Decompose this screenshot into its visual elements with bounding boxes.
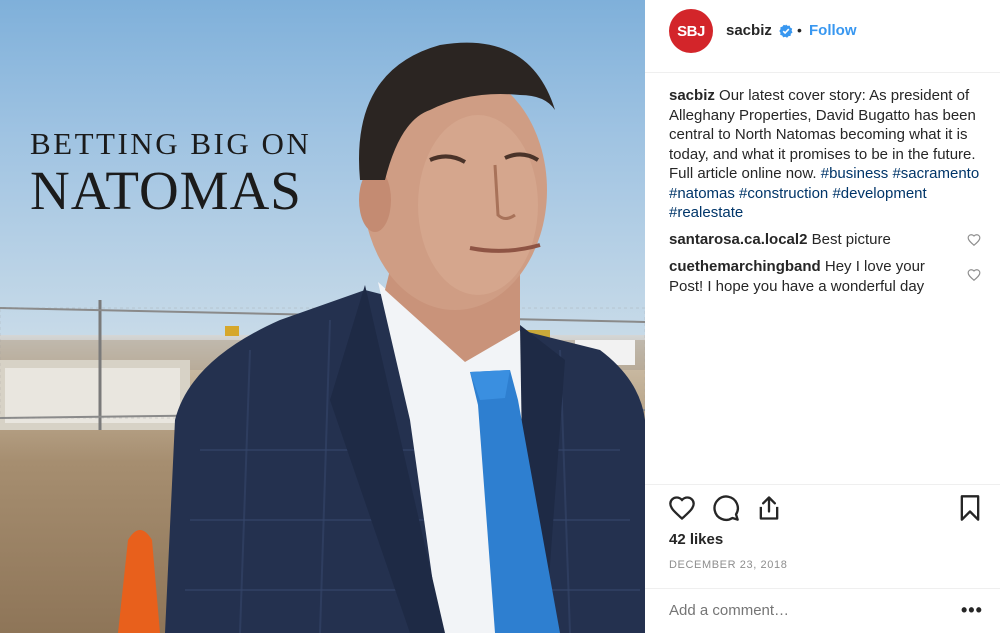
hashtag-link[interactable]: #construction bbox=[739, 185, 828, 202]
hashtag-link[interactable]: #development bbox=[832, 185, 926, 202]
comment-username-link[interactable]: santarosa.ca.local2 bbox=[669, 231, 807, 248]
heart-icon[interactable] bbox=[668, 494, 696, 522]
post-details-panel: SBJ sacbiz • Follow sacbiz Our latest co… bbox=[645, 0, 1000, 633]
hashtag-link[interactable]: #natomas bbox=[669, 185, 735, 202]
hashtag-link[interactable]: #realestate bbox=[669, 204, 743, 221]
header-username-link[interactable]: sacbiz bbox=[726, 22, 772, 39]
post-date: DECEMBER 23, 2018 bbox=[669, 559, 788, 571]
hashtag-link[interactable]: #sacramento bbox=[892, 165, 979, 182]
comment-username-link[interactable]: cuethemarchingband bbox=[669, 258, 821, 275]
bookmark-icon[interactable] bbox=[956, 494, 984, 522]
action-bar-divider bbox=[645, 484, 1000, 485]
caption-username-link[interactable]: sacbiz bbox=[669, 87, 715, 104]
man-in-suit-illustration bbox=[118, 42, 645, 633]
comment-item: cuethemarchingband Hey I love your Post!… bbox=[669, 257, 959, 296]
post-caption: sacbiz Our latest cover story: As presid… bbox=[669, 86, 981, 223]
verified-badge-icon bbox=[779, 24, 793, 38]
comment-like-heart-icon[interactable] bbox=[967, 233, 981, 247]
header-separator: • bbox=[797, 22, 802, 38]
share-icon[interactable] bbox=[755, 494, 783, 522]
avatar[interactable]: SBJ bbox=[669, 9, 713, 53]
likes-count[interactable]: 42 likes bbox=[669, 531, 723, 548]
follow-button[interactable]: Follow bbox=[809, 22, 857, 39]
add-comment-input[interactable] bbox=[669, 602, 939, 619]
comment-text: Best picture bbox=[811, 231, 891, 248]
hashtag-link[interactable]: #business bbox=[821, 165, 889, 182]
post-image[interactable]: BETTING BIG ON NATOMAS bbox=[0, 0, 645, 633]
comment-like-heart-icon[interactable] bbox=[967, 268, 981, 282]
comment-icon[interactable] bbox=[712, 494, 740, 522]
more-options-icon[interactable]: ••• bbox=[961, 600, 983, 621]
post-header: SBJ sacbiz • Follow bbox=[645, 0, 1000, 73]
comment-item: santarosa.ca.local2 Best picture bbox=[669, 230, 959, 250]
